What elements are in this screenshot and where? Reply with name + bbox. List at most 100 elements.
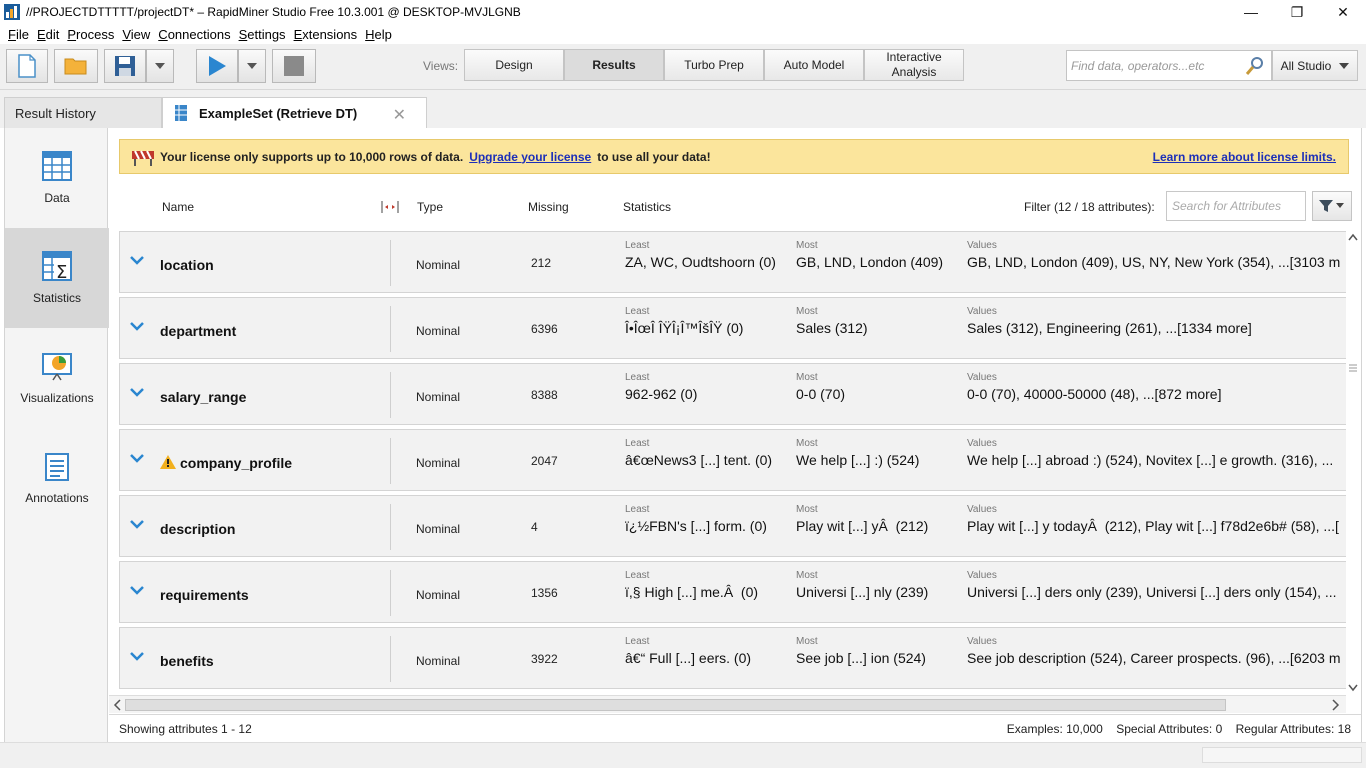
- attribute-row[interactable]: requirements Nominal 1356 Least ï,§ High [..…: [119, 561, 1346, 623]
- column-separator: [390, 570, 391, 616]
- most-label: Most: [796, 438, 818, 449]
- expand-chevron-icon[interactable]: [129, 386, 145, 398]
- search-scope-dropdown[interactable]: All Studio: [1272, 50, 1358, 81]
- visualization-icon: [42, 353, 72, 381]
- learn-license-limits-link[interactable]: Learn more about license limits.: [1153, 150, 1336, 164]
- menu-bar: File Edit Process View Connections Setti…: [0, 24, 1366, 44]
- search-icon[interactable]: [1245, 56, 1265, 76]
- close-window-icon[interactable]: ✕: [1320, 0, 1366, 24]
- attribute-name: salary_range: [160, 389, 246, 405]
- restore-icon[interactable]: ❐: [1274, 0, 1320, 24]
- horizontal-scroll-thumb[interactable]: [125, 699, 1226, 711]
- values-summary: Play wit [...] y todayÂ (212), Play wit …: [967, 518, 1339, 534]
- column-header-name[interactable]: Name: [162, 200, 194, 214]
- license-suffix: to use all your data!: [597, 149, 711, 164]
- nav-data-label: Data: [44, 191, 70, 205]
- scroll-up-icon[interactable]: [1346, 231, 1360, 245]
- tab-result-history[interactable]: Result History: [4, 97, 162, 128]
- view-tab-design[interactable]: Design: [464, 49, 564, 81]
- run-dropdown-button[interactable]: [238, 49, 266, 83]
- view-tab-results[interactable]: Results: [564, 49, 664, 81]
- horizontal-scrollbar[interactable]: [109, 695, 1346, 713]
- most-value: We help [...] :) (524): [796, 452, 920, 468]
- stop-button[interactable]: [272, 49, 316, 83]
- menu-connections[interactable]: Connections: [158, 27, 230, 42]
- menu-extensions[interactable]: Extensions: [294, 27, 358, 42]
- resize-column-icon[interactable]: [381, 201, 399, 213]
- close-tab-icon[interactable]: ✕: [393, 105, 406, 125]
- menu-edit[interactable]: Edit: [37, 27, 59, 42]
- status-footer: Showing attributes 1 - 12 Examples: 10,0…: [109, 714, 1361, 742]
- attribute-name-label: description: [160, 521, 236, 537]
- menu-view[interactable]: View: [122, 27, 150, 42]
- attribute-row[interactable]: location Nominal 212 Least ZA, WC, Oudtshoor…: [119, 231, 1346, 293]
- expand-chevron-icon[interactable]: [129, 518, 145, 530]
- nav-data[interactable]: Data: [5, 128, 109, 228]
- attribute-name: requirements: [160, 587, 249, 603]
- folder-icon: [64, 58, 87, 75]
- expand-chevron-icon[interactable]: [129, 584, 145, 596]
- new-process-button[interactable]: [6, 49, 48, 83]
- nav-statistics[interactable]: Σ Statistics: [5, 228, 109, 328]
- values-summary: We help [...] abroad :) (524), Novitex […: [967, 452, 1334, 468]
- attribute-name: location: [160, 257, 214, 273]
- most-label: Most: [796, 504, 818, 515]
- attribute-missing-count: 1356: [531, 586, 558, 600]
- scroll-right-icon[interactable]: [1328, 697, 1342, 713]
- global-search: [1066, 50, 1272, 81]
- column-header-type[interactable]: Type: [417, 200, 443, 214]
- tab-exampleset[interactable]: ExampleSet (Retrieve DT) ✕: [162, 97, 427, 128]
- menu-file[interactable]: File: [8, 27, 29, 42]
- attribute-type: Nominal: [416, 588, 461, 602]
- save-button[interactable]: [104, 49, 146, 83]
- least-value: 962-962 (0): [625, 386, 698, 402]
- menu-process[interactable]: Process: [67, 27, 114, 42]
- regular-attributes-count: Regular Attributes: 18: [1235, 722, 1351, 736]
- attribute-missing-count: 3922: [531, 652, 558, 666]
- attribute-name-label: benefits: [160, 653, 214, 669]
- minimize-icon[interactable]: —: [1228, 0, 1274, 24]
- most-label: Most: [796, 636, 818, 647]
- menu-help[interactable]: Help: [365, 27, 392, 42]
- values-label: Values: [967, 438, 997, 449]
- expand-chevron-icon[interactable]: [129, 254, 145, 266]
- expand-chevron-icon[interactable]: [129, 452, 145, 464]
- run-button[interactable]: [196, 49, 238, 83]
- attribute-row[interactable]: benefits Nominal 3922 Least â€“ Full [...] e…: [119, 627, 1346, 689]
- scroll-grip-icon[interactable]: [1346, 363, 1360, 373]
- expand-chevron-icon[interactable]: [129, 320, 145, 332]
- values-label: Values: [967, 306, 997, 317]
- attribute-search-input[interactable]: [1172, 192, 1302, 220]
- scroll-down-icon[interactable]: [1346, 680, 1360, 694]
- view-tab-auto-model[interactable]: Auto Model: [764, 49, 864, 81]
- nav-visualizations[interactable]: Visualizations: [5, 328, 109, 428]
- attribute-row[interactable]: company_profile Nominal 2047 Least â€œNews3 …: [119, 429, 1346, 491]
- global-search-input[interactable]: [1071, 58, 1241, 73]
- column-header-missing[interactable]: Missing: [528, 200, 569, 214]
- most-label: Most: [796, 306, 818, 317]
- upgrade-license-link[interactable]: Upgrade your license: [469, 150, 591, 164]
- column-header-statistics[interactable]: Statistics: [623, 200, 671, 214]
- scroll-left-icon[interactable]: [111, 697, 125, 713]
- window-title: //PROJECTDTTTTT/projectDT* – RapidMiner …: [26, 5, 521, 19]
- most-value: Play wit [...] yÂ (212): [796, 518, 929, 534]
- rapidminer-logo-icon: [4, 4, 20, 20]
- view-tab-interactive-analysis[interactable]: Interactive Analysis: [864, 49, 964, 81]
- column-separator: [390, 636, 391, 682]
- menu-settings[interactable]: Settings: [239, 27, 286, 42]
- nav-annotations[interactable]: Annotations: [5, 428, 109, 528]
- save-dropdown-button[interactable]: [146, 49, 174, 83]
- license-banner: Your license only supports up to 10,000 …: [119, 139, 1349, 174]
- expand-chevron-icon[interactable]: [129, 650, 145, 662]
- vertical-scrollbar[interactable]: [1346, 231, 1360, 694]
- attribute-row[interactable]: salary_range Nominal 8388 Least 962-962 (0) M…: [119, 363, 1346, 425]
- attribute-row[interactable]: department Nominal 6396 Least Î•ÎœÎ ÎŸÎ¡Î™Îš…: [119, 297, 1346, 359]
- values-summary: 0-0 (70), 40000-50000 (48), ...[872 more…: [967, 386, 1222, 402]
- title-bar: //PROJECTDTTTTT/projectDT* – RapidMiner …: [0, 0, 1366, 24]
- open-process-button[interactable]: [54, 49, 98, 83]
- view-tab-turbo-prep[interactable]: Turbo Prep: [664, 49, 764, 81]
- column-separator: [390, 306, 391, 352]
- attribute-row[interactable]: description Nominal 4 Least ï¿½FBN's [...] f…: [119, 495, 1346, 557]
- least-label: Least: [625, 372, 650, 383]
- filter-dropdown-button[interactable]: [1312, 191, 1352, 221]
